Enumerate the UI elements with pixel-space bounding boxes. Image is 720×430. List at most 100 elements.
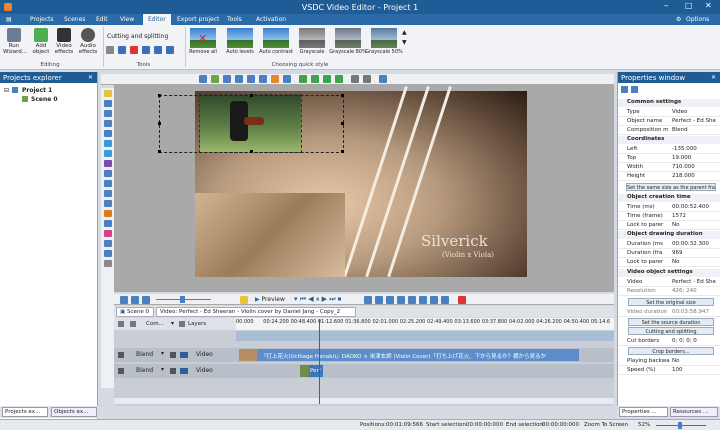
project-node[interactable]: Project 1 — [22, 87, 52, 94]
style-scroll-down[interactable]: ▼ — [402, 39, 407, 46]
mark-in-icon[interactable] — [386, 296, 394, 304]
sprite-tool-icon[interactable] — [104, 190, 112, 197]
blend-mode-select[interactable]: Blend — [136, 351, 153, 358]
tool-align-center-icon[interactable] — [235, 75, 243, 83]
resize-handle[interactable] — [341, 94, 344, 97]
prop-composition-mode[interactable]: Composition m Blend — [618, 126, 720, 135]
resize-handle[interactable] — [158, 94, 161, 97]
minimize-button[interactable]: – — [664, 1, 669, 11]
video-effects-button[interactable]: Video effects — [53, 28, 75, 55]
section-video-object-settings[interactable]: Video object settings — [618, 269, 720, 277]
secondary-video-layer[interactable] — [195, 193, 345, 277]
prop-object-name[interactable]: Object name Perfect - Ed She — [618, 117, 720, 126]
tab-scene-0[interactable]: ▣ Scene 0 — [116, 307, 154, 317]
close-button[interactable]: ✕ — [705, 1, 712, 10]
speaker-icon[interactable] — [179, 321, 185, 327]
tool-move-icon[interactable] — [211, 75, 219, 83]
run-wizard-button[interactable]: Run Wizard... — [3, 28, 27, 55]
audio-tool-icon[interactable] — [104, 160, 112, 167]
export-range-icon[interactable] — [408, 296, 416, 304]
prop-speed[interactable]: Speed (%) 100 — [618, 366, 720, 375]
options-menu[interactable]: Options — [686, 16, 709, 23]
text-tool-icon[interactable] — [104, 100, 112, 107]
crop-borders-button[interactable]: Crop borders... — [628, 347, 714, 355]
speaker-icon[interactable] — [170, 352, 176, 358]
snapshot-icon[interactable] — [240, 296, 248, 304]
chart-tool-icon[interactable] — [104, 170, 112, 177]
resize-handle[interactable] — [158, 150, 161, 153]
add-object-button[interactable]: Add object — [30, 28, 52, 55]
chevron-down-icon[interactable]: ▾ — [171, 320, 174, 327]
tool-align-left-icon[interactable] — [223, 75, 231, 83]
menu-editor[interactable]: Editor — [143, 14, 171, 25]
style-grayscale-50[interactable]: Grayscale 50% — [365, 28, 403, 55]
zoom-out-icon[interactable] — [131, 296, 139, 304]
prop-duration-ms[interactable]: Duration (ms 00:00:32.300 — [618, 240, 720, 249]
set-source-duration-button[interactable]: Set the source duration — [628, 318, 714, 326]
resize-handle[interactable] — [250, 150, 253, 153]
prop-video[interactable]: Video Perfect - Ed She — [618, 278, 720, 287]
movement-tool-icon[interactable] — [104, 210, 112, 217]
magnet-icon[interactable] — [430, 296, 438, 304]
align-icon[interactable] — [142, 46, 150, 54]
zoom-in-icon[interactable] — [120, 296, 128, 304]
eye-icon[interactable] — [118, 321, 124, 327]
resize-handle[interactable] — [158, 122, 161, 125]
menu-edit[interactable]: Edit — [96, 16, 108, 23]
chevron-down-icon[interactable]: ▾ — [161, 366, 164, 373]
transport-controls[interactable]: ▾ ⏮ ◀ ⏸ ▶ ⏭ ⏹ — [294, 295, 341, 304]
tool-up-icon[interactable] — [299, 75, 307, 83]
timeline-scrollbar[interactable] — [114, 398, 614, 404]
same-size-parent-button[interactable]: Set the same size as the parent fra — [626, 183, 716, 191]
prop-lock-parent[interactable]: Lock to parer No — [618, 221, 720, 230]
cursor-tool-icon[interactable] — [104, 90, 112, 97]
tool-align-right-icon[interactable] — [247, 75, 255, 83]
tool-select-icon[interactable] — [199, 75, 207, 83]
tool-top-icon[interactable] — [323, 75, 331, 83]
tool-grid-icon[interactable] — [379, 75, 387, 83]
maximize-button[interactable]: □ — [685, 1, 693, 10]
blend-mode-select[interactable]: Blend — [136, 367, 153, 374]
prop-width[interactable]: Width 710.000 — [618, 163, 720, 172]
section-creation-time[interactable]: Object creation time — [618, 194, 720, 202]
playhead[interactable] — [319, 319, 320, 404]
split-icon[interactable] — [118, 46, 126, 54]
prop-lock-parent-duration[interactable]: Lock to parer No — [618, 258, 720, 267]
rotate-icon[interactable] — [154, 46, 162, 54]
sort-categories-icon[interactable] — [621, 86, 628, 93]
eye-icon[interactable] — [118, 368, 124, 374]
prop-duration-frames[interactable]: Duration (fra 969 — [618, 249, 720, 258]
tool-distribute-icon[interactable] — [259, 75, 267, 83]
mask-tool-icon[interactable] — [104, 240, 112, 247]
prop-left[interactable]: Left -135.000 — [618, 145, 720, 154]
section-common-settings[interactable]: Common settings — [618, 99, 720, 107]
panel-close-icon[interactable]: ✕ — [88, 74, 93, 81]
layers-icon[interactable] — [166, 46, 174, 54]
mark-out-icon[interactable] — [397, 296, 405, 304]
line-tool-icon[interactable] — [104, 130, 112, 137]
panel-close-icon[interactable]: ✕ — [711, 74, 716, 81]
markers-icon[interactable] — [441, 296, 449, 304]
prop-time-frame[interactable]: Time (frame) 1572 — [618, 212, 720, 221]
menu-projects[interactable]: Projects — [30, 16, 54, 23]
chevron-down-icon[interactable]: ▾ — [161, 350, 164, 357]
split-clip-icon[interactable] — [375, 296, 383, 304]
resize-handle[interactable] — [250, 94, 253, 97]
tab-clip[interactable]: Video: Perfect - Ed Sheeran - Violin cov… — [156, 307, 356, 317]
style-remove-all[interactable]: ✕ Remove all — [189, 28, 217, 55]
subtitle-tool-icon[interactable] — [104, 180, 112, 187]
style-auto-contrast[interactable]: Auto contrast — [259, 28, 293, 55]
tab-resources[interactable]: Resources ... — [670, 407, 718, 417]
section-drawing-duration[interactable]: Object drawing duration — [618, 231, 720, 239]
time-ruler[interactable]: 00.000 00:24.200 00:48.400 01:12.600 01:36.8… — [236, 318, 614, 330]
style-auto-levels[interactable]: Auto levels — [226, 28, 254, 55]
counter-tool-icon[interactable] — [104, 220, 112, 227]
selection-box[interactable] — [158, 94, 344, 153]
prop-cut-borders[interactable]: Cut borders 0; 0; 0; 0 — [618, 337, 720, 346]
play-preview-button[interactable]: ▶ Preview — [255, 296, 285, 303]
timeline-clip[interactable]: 『打上花火(Uchiage Hanabi)』DAOKO × 米津玄師 (Viol… — [239, 349, 579, 361]
image-tool-icon[interactable] — [104, 140, 112, 147]
crop-icon[interactable] — [106, 46, 114, 54]
prop-height[interactable]: Height 218.000 — [618, 172, 720, 181]
style-scroll-up[interactable]: ▲ — [402, 29, 407, 36]
